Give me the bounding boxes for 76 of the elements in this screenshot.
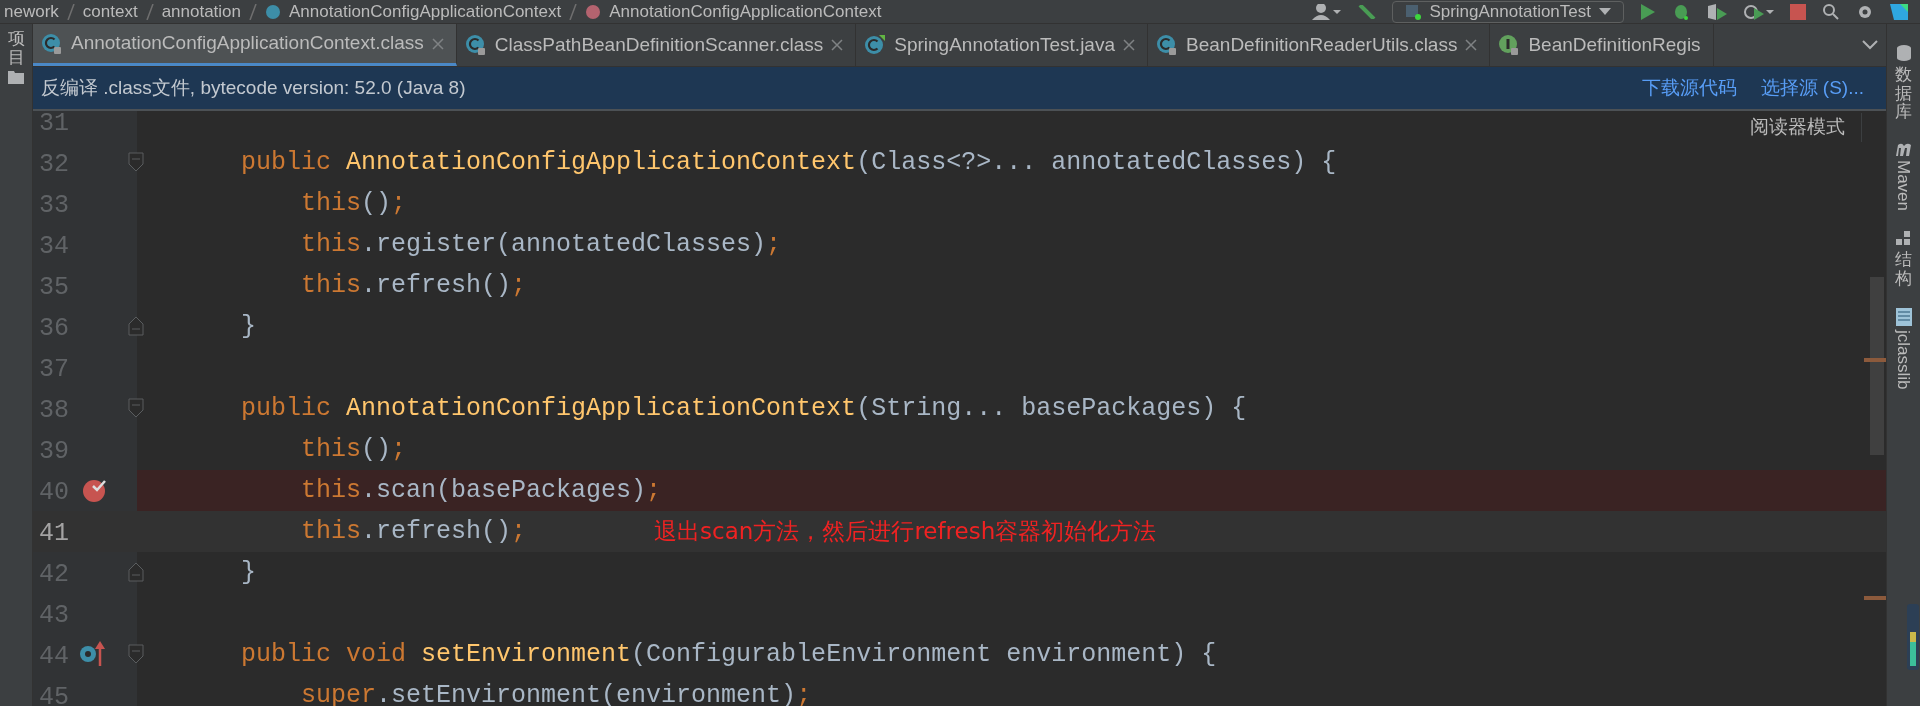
- code-line: this.scan(basePackages);: [300, 474, 662, 507]
- code-line: public void setEnvironment(ConfigurableEnvironment environment) {: [240, 638, 1217, 671]
- breadcrumb-separator-icon: [249, 3, 258, 20]
- user-icon[interactable]: [1312, 3, 1343, 20]
- breadcrumb-item[interactable]: annotation: [161, 3, 242, 20]
- close-icon[interactable]: [431, 37, 444, 50]
- editor-tab[interactable]: SpringAnnotationTest.java: [856, 24, 1148, 66]
- project-tool-button[interactable]: 项目: [7, 30, 25, 68]
- editor-tab[interactable]: AnnotationConfigApplicationContext.class: [33, 24, 457, 66]
- code-line: this();: [300, 433, 407, 466]
- tool-window-button[interactable]: jclasslib: [1890, 330, 1917, 390]
- folder-icon: [8, 71, 24, 85]
- code-line: }: [240, 556, 256, 589]
- profile-icon[interactable]: [1744, 3, 1774, 20]
- hammer-icon[interactable]: [1358, 4, 1377, 19]
- error-stripe-mark: [1864, 596, 1886, 600]
- breadcrumb-item[interactable]: context: [82, 3, 138, 20]
- editor-tab[interactable]: BeanDefinitionRegis: [1490, 24, 1714, 66]
- breadcrumb-item[interactable]: nework: [4, 3, 59, 20]
- code-line: this.refresh();: [300, 515, 527, 548]
- database-icon: [1895, 44, 1912, 62]
- breadcrumb-separator-icon: [145, 3, 154, 20]
- annotation-note: 退出scan方法，然后进行refresh容器初始化方法: [654, 517, 1157, 547]
- code-line: public AnnotationConfigApplicationContext(String... basePackages) {: [240, 392, 1247, 425]
- class-file-icon: [41, 32, 63, 55]
- stop-icon[interactable]: [1790, 3, 1806, 20]
- code-line: this();: [300, 187, 407, 220]
- info-link[interactable]: 选择源 (S)...: [1760, 73, 1864, 103]
- run-icon[interactable]: [1640, 3, 1656, 20]
- tool-window-button[interactable]: 结构: [1895, 251, 1912, 289]
- close-icon[interactable]: [1123, 39, 1135, 51]
- error-stripe-mark: [1864, 358, 1886, 362]
- settings-icon[interactable]: [1856, 3, 1874, 20]
- class-icon: [265, 3, 282, 20]
- run-config-dropdown[interactable]: SpringAnnotationTest: [1392, 0, 1624, 23]
- caret-icon: [1599, 7, 1611, 16]
- breadcrumb-item[interactable]: AnnotationConfigApplicationContext: [609, 3, 882, 20]
- class-file-icon: [464, 34, 487, 56]
- fold-icon[interactable]: [128, 316, 144, 336]
- code-line: }: [240, 310, 256, 343]
- tool-window-button[interactable]: Maven: [1890, 160, 1917, 212]
- breakpoint-icon[interactable]: [83, 477, 109, 503]
- code-line: public AnnotationConfigApplicationContext(Class<?>... annotatedClasses) {: [240, 146, 1337, 179]
- structure-icon: [1895, 231, 1912, 248]
- run-config-icon: [1405, 3, 1422, 20]
- editor-tab[interactable]: BeanDefinitionReaderUtils.class: [1148, 24, 1491, 66]
- maven-icon: [1894, 142, 1913, 157]
- code-line: this.refresh();: [300, 269, 527, 302]
- breadcrumb-item[interactable]: AnnotationConfigApplicationContext: [289, 3, 562, 20]
- fold-icon[interactable]: [128, 562, 144, 582]
- tool-window-button[interactable]: 数据库: [1895, 66, 1912, 123]
- breadcrumb-separator-icon: [569, 3, 578, 20]
- class-file-icon: [1156, 34, 1178, 56]
- scrollbar-thumb[interactable]: [1870, 277, 1884, 455]
- editor-tab[interactable]: ClassPathBeanDefinitionScanner.class: [456, 24, 857, 66]
- line-number: 41: [39, 518, 69, 550]
- memory-indicator-icon: [1907, 604, 1919, 670]
- interface-file-icon: [1498, 34, 1521, 56]
- info-text: 反编译 .class文件, bytecode version: 52.0 (Java 8): [41, 75, 466, 100]
- reader-mode-button[interactable]: 阅读器模式: [1750, 113, 1862, 142]
- method-icon: [585, 3, 602, 20]
- code-line: this.register(annotatedClasses);: [300, 228, 782, 261]
- fold-icon[interactable]: [128, 398, 144, 418]
- debug-icon[interactable]: [1672, 3, 1690, 20]
- app-logo-icon[interactable]: [1890, 3, 1908, 20]
- java-file-icon: [864, 34, 887, 56]
- fold-icon[interactable]: [128, 152, 144, 172]
- fold-icon[interactable]: [128, 644, 144, 664]
- close-icon[interactable]: [1465, 39, 1478, 51]
- breadcrumb-separator-icon: [66, 3, 75, 20]
- info-link[interactable]: 下载源代码: [1641, 73, 1737, 103]
- table-icon: [1895, 308, 1912, 327]
- close-icon[interactable]: [831, 39, 844, 51]
- search-icon[interactable]: [1822, 3, 1840, 20]
- coverage-icon[interactable]: [1706, 3, 1728, 20]
- chevron-down-icon[interactable]: [1862, 40, 1878, 50]
